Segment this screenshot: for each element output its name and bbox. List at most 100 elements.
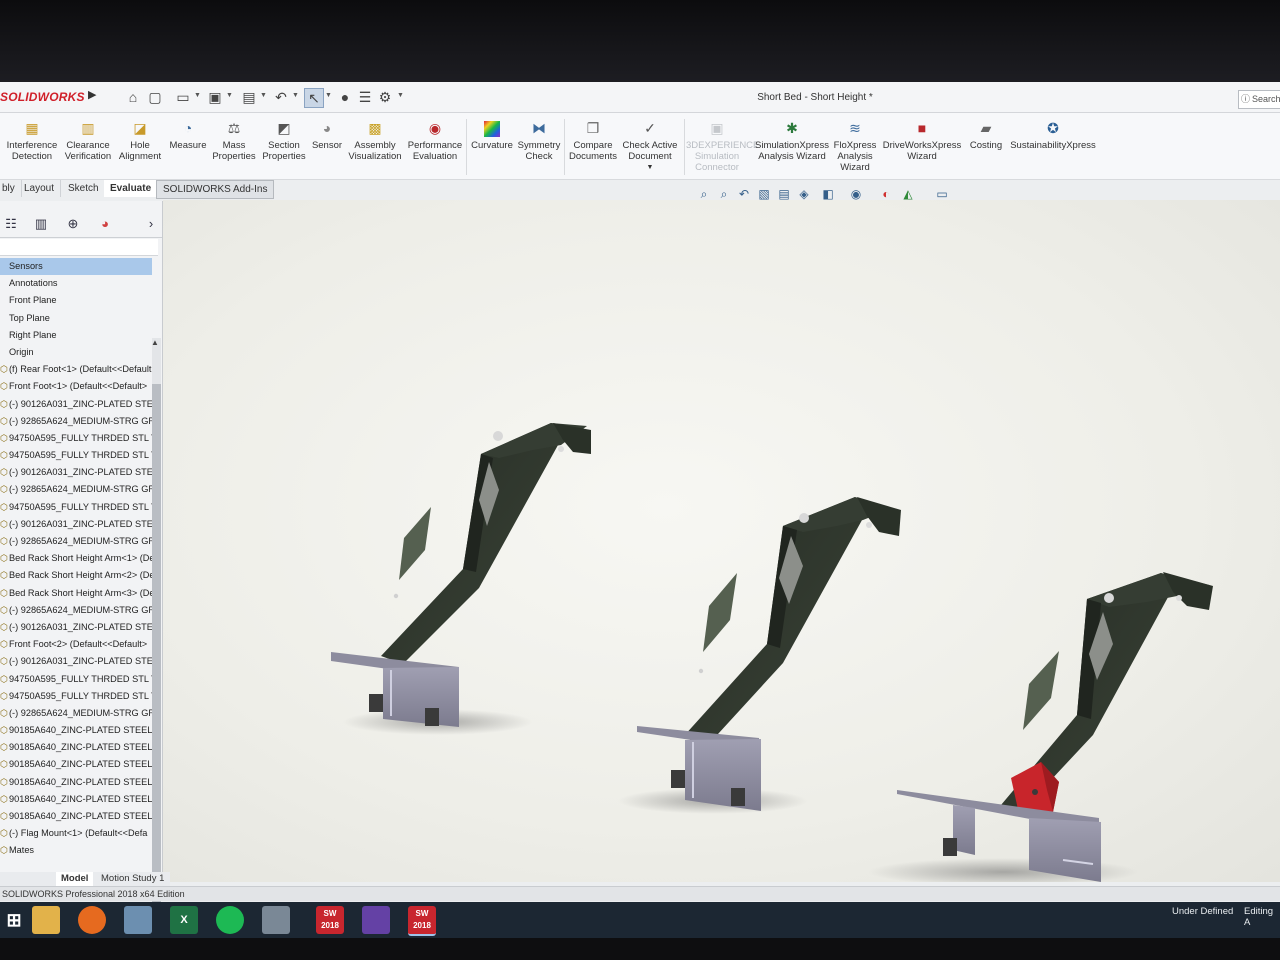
feature-tree-item[interactable]: Top Plane — [0, 310, 152, 327]
menu-expand-icon[interactable]: ▶ — [88, 88, 96, 101]
undo-dropdown-icon[interactable]: ▼ — [292, 92, 299, 99]
section-properties-button[interactable]: ◩ Section Properties — [260, 119, 308, 162]
feature-tree-item[interactable]: Origin — [0, 344, 152, 361]
costing-button[interactable]: ▰ Costing — [964, 119, 1008, 151]
feature-tree-item[interactable]: ⬡(-) 92865A624_MEDIUM-STRG GRAI — [0, 481, 152, 498]
solidworks-2018-taskbar-icon[interactable]: SW 2018 — [316, 906, 344, 934]
file-explorer-icon[interactable] — [32, 906, 60, 934]
help-icon[interactable]: ⓘ — [1241, 91, 1250, 108]
interference-detection-button[interactable]: ▦ Interference Detection — [4, 119, 60, 162]
floxpress-button[interactable]: ≋ FloXpress Analysis Wizard — [832, 119, 878, 173]
save-icon[interactable]: ▣ — [206, 88, 224, 106]
assembly-visualization-button[interactable]: ▩ Assembly Visualization — [346, 119, 404, 162]
search-input[interactable]: ⓘ Search — [1238, 90, 1280, 109]
check-dropdown-icon[interactable]: ▼ — [620, 162, 680, 173]
options-dropdown-icon[interactable]: ▼ — [397, 92, 404, 99]
feature-tree-item[interactable]: ⬡94750A595_FULLY THRDED STL T-S — [0, 671, 152, 688]
home-icon[interactable]: ⌂ — [124, 88, 142, 106]
feature-tree-item[interactable]: ⬡(-) 92865A624_MEDIUM-STRG GRAI — [0, 533, 152, 550]
feature-manager-icon[interactable]: ☷ — [0, 215, 22, 233]
feature-tree-item[interactable]: Annotations — [0, 275, 152, 292]
file-properties-icon[interactable]: ☰ — [356, 88, 374, 106]
feature-tree-item[interactable]: ⬡90185A640_ZINC-PLATED STEEL SC — [0, 808, 152, 825]
feature-tree-item[interactable]: ⬡(-) 90126A031_ZINC-PLATED STEEL — [0, 516, 152, 533]
select-dropdown-icon[interactable]: ▼ — [325, 92, 332, 99]
rebuild-icon[interactable]: ● — [336, 88, 354, 106]
feature-tree-item[interactable]: ⬡(-) 90126A031_ZINC-PLATED STEEL — [0, 619, 152, 636]
new-document-icon[interactable]: ▢ — [146, 88, 164, 106]
feature-tree-item[interactable]: Right Plane — [0, 327, 152, 344]
bed-rack-arm-2[interactable] — [618, 497, 901, 814]
sustainabilityxpress-button[interactable]: ✪ SustainabilityXpress — [1008, 119, 1098, 151]
solidworks-logo[interactable]: SOLIDWORKS — [0, 90, 85, 104]
tab-sketch[interactable]: Sketch — [62, 180, 106, 197]
feature-tree-item[interactable]: ⬡(-) 90126A031_ZINC-PLATED STEEL — [0, 464, 152, 481]
driveworksxpress-button[interactable]: ■ DriveWorksXpress Wizard — [880, 119, 964, 162]
open-icon[interactable]: ▭ — [174, 88, 192, 106]
feature-tree-item[interactable]: ⬡90185A640_ZINC-PLATED STEEL SC — [0, 756, 152, 773]
firefox-icon[interactable] — [78, 906, 106, 934]
spotify-icon[interactable] — [216, 906, 244, 934]
twitch-icon[interactable] — [362, 906, 390, 934]
compare-documents-button[interactable]: ❐ Compare Documents — [566, 119, 620, 162]
solidworks-2018-active-taskbar-icon[interactable]: SW 2018 — [408, 906, 436, 936]
sensor-button[interactable]: ◕ Sensor — [308, 119, 346, 151]
paint-icon[interactable] — [262, 906, 290, 934]
excel-icon[interactable]: X — [170, 906, 198, 934]
feature-tree-item[interactable]: ⬡Bed Rack Short Height Arm<3> (De — [0, 585, 152, 602]
print-icon[interactable]: ▤ — [240, 88, 258, 106]
feature-tree-item[interactable]: ⬡(-) 90126A031_ZINC-PLATED STEEL — [0, 396, 152, 413]
graphics-area[interactable] — [163, 200, 1280, 921]
feature-tree-item[interactable]: ⬡94750A595_FULLY THRDED STL T-S — [0, 499, 152, 516]
feature-tree-item[interactable]: ⬡90185A640_ZINC-PLATED STEEL SC — [0, 774, 152, 791]
feature-tree-item[interactable]: ⬡Bed Rack Short Height Arm<2> (De — [0, 567, 152, 584]
feature-tree-item[interactable]: ⬡90185A640_ZINC-PLATED STEEL SC — [0, 791, 152, 808]
display-manager-icon[interactable]: ◕ — [94, 215, 116, 233]
feature-tree-item[interactable]: ⬡94750A595_FULLY THRDED STL T-S — [0, 447, 152, 464]
feature-tree-item[interactable]: ⬡90185A640_ZINC-PLATED STEEL SC — [0, 722, 152, 739]
bed-rack-arm-1[interactable] — [331, 423, 591, 735]
bed-rack-arm-3[interactable] — [868, 572, 1213, 886]
feature-tree-item[interactable]: ⬡Mates — [0, 842, 152, 859]
configuration-manager-icon[interactable]: ⊕ — [62, 215, 84, 233]
feature-tree-item[interactable]: ⬡Bed Rack Short Height Arm<1> (De — [0, 550, 152, 567]
property-manager-icon[interactable]: ▥ — [30, 215, 52, 233]
measure-button[interactable]: ◔ Measure — [166, 119, 210, 151]
check-active-document-button[interactable]: ✓ Check Active Document ▼ — [620, 119, 680, 173]
tab-solidworks-add-ins[interactable]: SOLIDWORKS Add-Ins — [156, 180, 275, 199]
feature-tree-item[interactable]: ⬡(-) 92865A624_MEDIUM-STRG GRAI — [0, 602, 152, 619]
feature-tree-item[interactable]: ⬡(f) Rear Foot<1> (Default<<Default — [0, 361, 152, 378]
clearance-verification-button[interactable]: ▥ Clearance Verification — [62, 119, 114, 162]
symmetry-check-button[interactable]: ⧓ Symmetry Check — [516, 119, 562, 162]
scroll-up-icon[interactable]: ▲ — [151, 338, 159, 347]
notepad-icon[interactable] — [124, 906, 152, 934]
open-dropdown-icon[interactable]: ▼ — [194, 92, 201, 99]
tab-motion-study[interactable]: Motion Study 1 — [96, 872, 169, 886]
feature-tree-item[interactable]: ⬡(-) 92865A624_MEDIUM-STRG GRAI — [0, 413, 152, 430]
feature-tree-filter[interactable] — [0, 239, 158, 256]
model-viewport[interactable] — [163, 200, 1280, 921]
windows-start-icon[interactable]: ⊞ — [0, 906, 28, 934]
mass-properties-button[interactable]: ⚖ Mass Properties — [210, 119, 258, 162]
feature-tree-item[interactable]: ⬡Front Foot<1> (Default<<Default> — [0, 378, 152, 395]
feature-tree-item[interactable]: ⬡94750A595_FULLY THRDED STL T-S — [0, 688, 152, 705]
feature-tree-item[interactable]: Sensors — [0, 258, 152, 276]
feature-tree-item[interactable]: ⬡(-) Flag Mount<1> (Default<<Defa — [0, 825, 152, 842]
curvature-button[interactable]: Curvature — [468, 119, 516, 151]
feature-tree-item[interactable]: ⬡94750A595_FULLY THRDED STL T-S — [0, 430, 152, 447]
expand-panel-icon[interactable]: › — [140, 215, 162, 233]
performance-evaluation-button[interactable]: ◉ Performance Evaluation — [406, 119, 464, 162]
feature-tree-item[interactable]: ⬡(-) 92865A624_MEDIUM-STRG GRAI — [0, 705, 152, 722]
feature-tree-item[interactable]: ⬡Front Foot<2> (Default<<Default> — [0, 636, 152, 653]
save-dropdown-icon[interactable]: ▼ — [226, 92, 233, 99]
feature-tree-scroll-thumb[interactable] — [152, 384, 161, 924]
select-icon[interactable]: ↖ — [304, 88, 324, 108]
feature-tree-item[interactable]: Front Plane — [0, 292, 152, 309]
hole-alignment-button[interactable]: ◪ Hole Alignment — [116, 119, 164, 162]
print-dropdown-icon[interactable]: ▼ — [260, 92, 267, 99]
feature-tree-item[interactable]: ⬡(-) 90126A031_ZINC-PLATED STEEL — [0, 653, 152, 670]
tab-layout[interactable]: Layout — [18, 180, 62, 197]
tab-evaluate[interactable]: Evaluate — [104, 180, 159, 197]
feature-tree-item[interactable]: ⬡90185A640_ZINC-PLATED STEEL SC — [0, 739, 152, 756]
simulationxpress-button[interactable]: ✱ SimulationXpress Analysis Wizard — [752, 119, 832, 162]
